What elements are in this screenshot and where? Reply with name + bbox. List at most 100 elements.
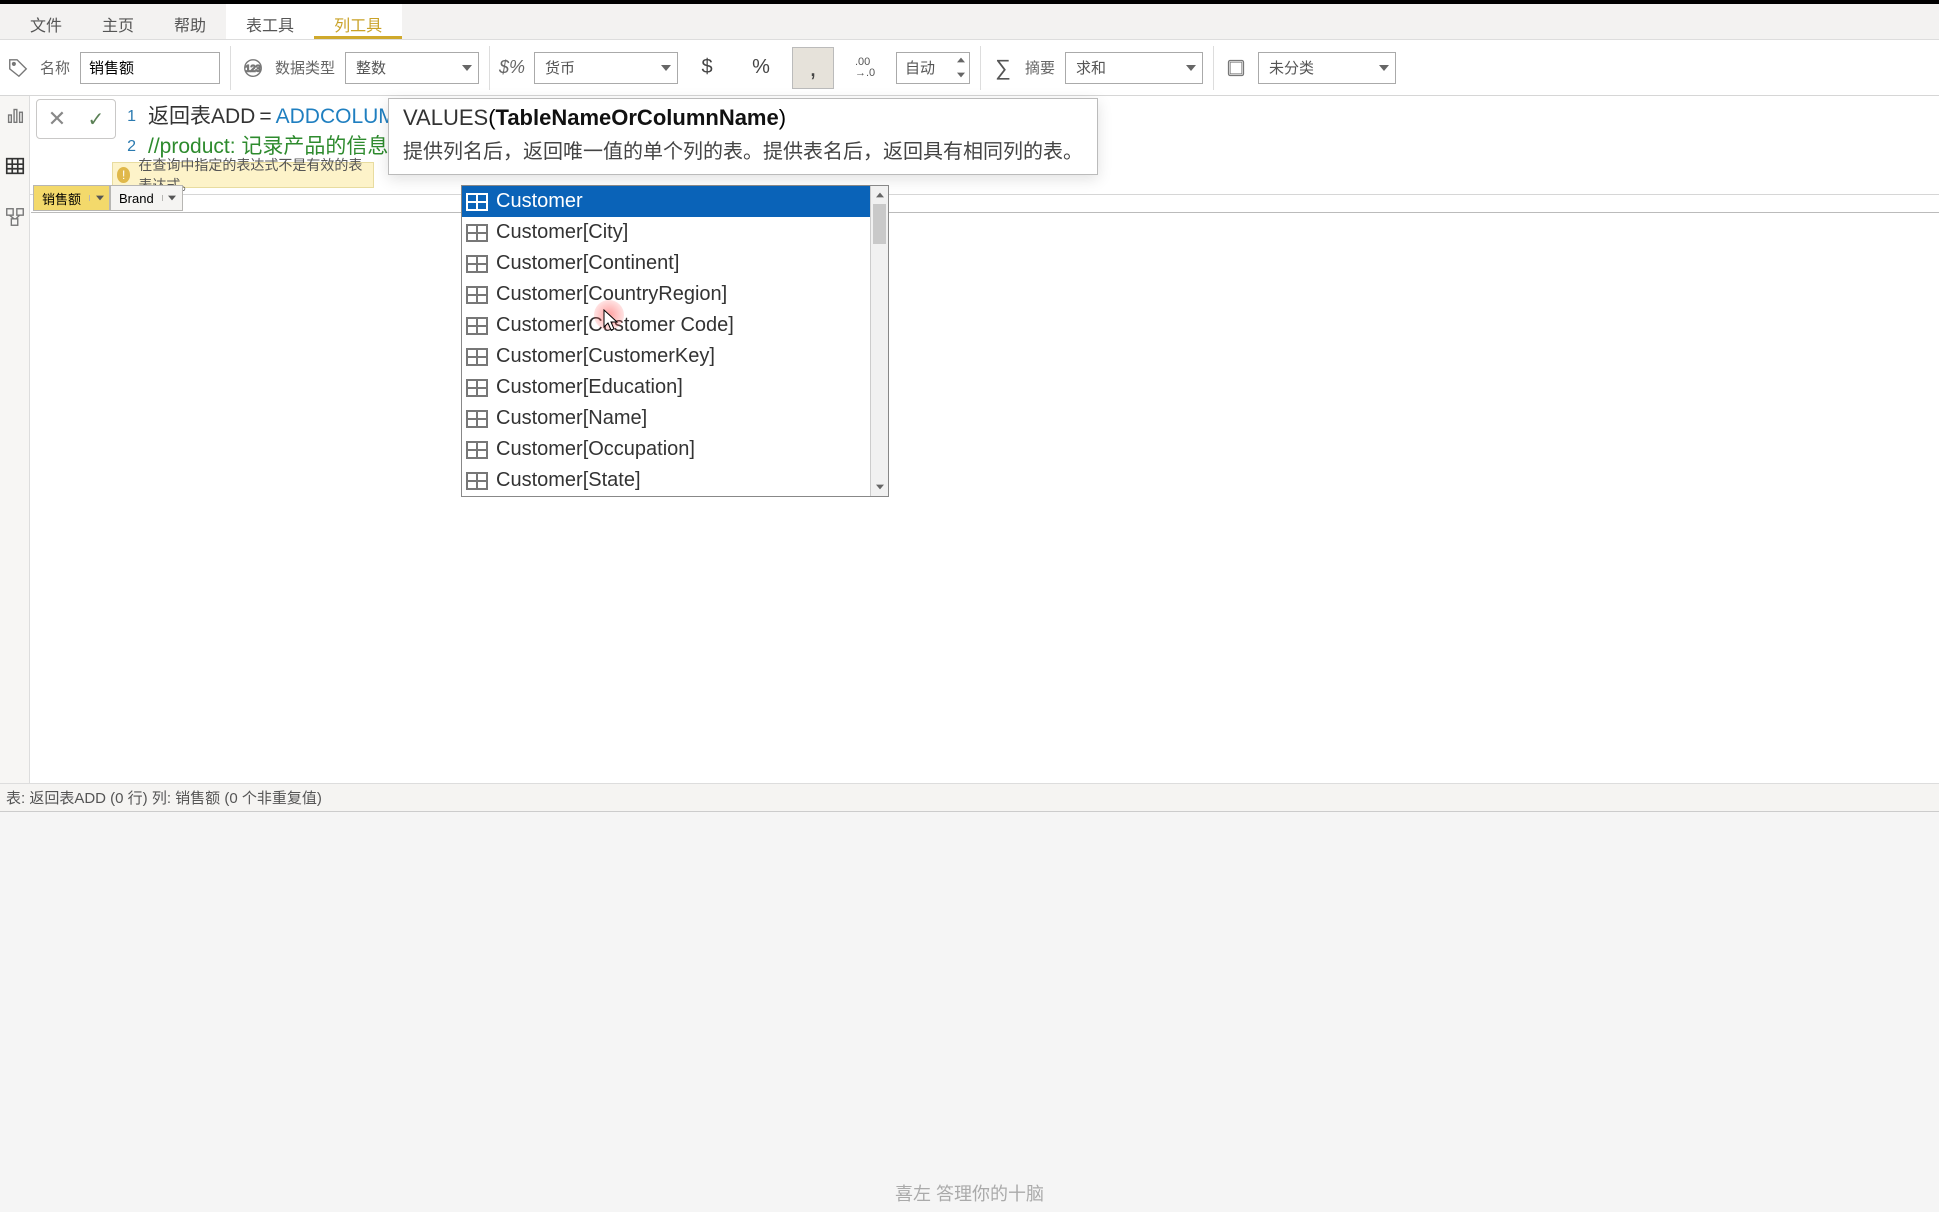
decimals-spinner[interactable]: 自动 xyxy=(896,52,970,84)
format-value: 货币 xyxy=(545,57,575,78)
column-header-sales[interactable]: 销售额 xyxy=(33,185,110,211)
name-input[interactable] xyxy=(80,52,220,84)
table-icon xyxy=(466,317,488,335)
commit-formula-button[interactable]: ✓ xyxy=(88,107,105,132)
tooltip-function: VALUES xyxy=(403,105,488,130)
tab-table-tools[interactable]: 表工具 xyxy=(226,4,314,39)
formula-text: 返回表ADD xyxy=(148,102,255,132)
name-label: 名称 xyxy=(40,57,70,78)
thousands-button[interactable]: , xyxy=(792,47,834,89)
autocomplete-item[interactable]: Customer[Occupation] xyxy=(462,434,888,465)
datatype-value: 整数 xyxy=(356,57,386,78)
autocomplete-item[interactable]: Customer[Continent] xyxy=(462,248,888,279)
autocomplete-label: Customer[CountryRegion] xyxy=(496,283,727,306)
tab-column-tools[interactable]: 列工具 xyxy=(314,4,402,39)
chevron-down-icon xyxy=(1186,65,1196,71)
table-icon xyxy=(466,348,488,366)
ribbon: 名称 123 数据类型 整数 $% 货币 $ xyxy=(0,40,1939,96)
autocomplete-item[interactable]: Customer[City] xyxy=(462,217,888,248)
data-view-icon[interactable] xyxy=(4,155,26,182)
column-label: 销售额 xyxy=(34,189,89,208)
tooltip-paren: ) xyxy=(779,105,786,130)
table-icon xyxy=(466,472,488,490)
percent-icon: % xyxy=(752,56,770,79)
autocomplete-item[interactable]: Customer xyxy=(462,186,888,217)
tooltip-paren: ( xyxy=(488,105,495,130)
chevron-down-icon xyxy=(462,65,472,71)
function-tooltip: VALUES(TableNameOrColumnName) 提供列名后，返回唯一… xyxy=(388,98,1098,175)
autocomplete-label: Customer[CustomerKey] xyxy=(496,345,715,368)
autocomplete-label: Customer[City] xyxy=(496,221,628,244)
table-icon xyxy=(466,410,488,428)
currency-button[interactable]: $ xyxy=(688,47,730,89)
tooltip-description: 提供列名后，返回唯一值的单个列的表。提供表名后，返回具有相同列的表。 xyxy=(403,135,1083,164)
table-icon xyxy=(466,441,488,459)
scroll-thumb[interactable] xyxy=(873,204,886,244)
autocomplete-label: Customer[Occupation] xyxy=(496,438,695,461)
autocomplete-item[interactable]: Customer[Customer Code] xyxy=(462,310,888,341)
menu-tabs: 文件 主页 帮助 表工具 列工具 xyxy=(0,4,1939,40)
model-view-icon[interactable] xyxy=(4,206,26,233)
column-label: Brand xyxy=(111,191,162,206)
sigma-icon: ∑ xyxy=(991,56,1015,80)
datatype-label: 数据类型 xyxy=(275,57,335,78)
percent-button[interactable]: % xyxy=(740,47,782,89)
column-header-brand[interactable]: Brand xyxy=(110,185,183,211)
line-number: 1 xyxy=(116,102,136,132)
autocomplete-label: Customer[Education] xyxy=(496,376,683,399)
decrease-decimals-button[interactable]: .00→.0 xyxy=(844,47,886,89)
format-icon: $% xyxy=(500,56,524,80)
report-view-icon[interactable] xyxy=(4,104,26,131)
chevron-down-icon xyxy=(1379,65,1389,71)
tab-file[interactable]: 文件 xyxy=(10,4,82,39)
autocomplete-popup: Customer Customer[City] Customer[Contine… xyxy=(461,185,889,497)
autocomplete-item[interactable]: Customer[Name] xyxy=(462,403,888,434)
autocomplete-label: Customer[Continent] xyxy=(496,252,679,275)
spinner-down[interactable] xyxy=(953,68,969,83)
column-filter-dropdown[interactable] xyxy=(162,195,182,201)
decimals-value: 自动 xyxy=(905,57,935,78)
autocomplete-item[interactable]: Customer[Education] xyxy=(462,372,888,403)
autocomplete-scrollbar[interactable] xyxy=(870,186,888,496)
data-grid[interactable] xyxy=(31,212,1939,777)
watermark-text: 喜左 答理你的十脑 xyxy=(895,1180,1044,1206)
tab-home[interactable]: 主页 xyxy=(82,4,154,39)
status-text: 表: 返回表ADD (0 行) 列: 销售额 (0 个非重复值) xyxy=(6,787,322,808)
scroll-down-button[interactable] xyxy=(871,478,888,496)
dollar-icon: $ xyxy=(701,56,712,79)
spinner-up[interactable] xyxy=(953,53,969,68)
comma-icon: , xyxy=(809,52,816,83)
decimals-icon: .00→.0 xyxy=(855,57,875,79)
tag-icon xyxy=(6,56,30,80)
tab-help[interactable]: 帮助 xyxy=(154,4,226,39)
autocomplete-label: Customer[Customer Code] xyxy=(496,314,734,337)
table-icon xyxy=(466,224,488,242)
category-select[interactable]: 未分类 xyxy=(1258,52,1396,84)
autocomplete-label: Customer xyxy=(496,190,583,213)
datatype-select[interactable]: 整数 xyxy=(345,52,479,84)
table-icon xyxy=(466,255,488,273)
cancel-formula-button[interactable]: ✕ xyxy=(48,106,66,132)
status-bar: 表: 返回表ADD (0 行) 列: 销售额 (0 个非重复值) xyxy=(0,783,1939,811)
datatype-icon: 123 xyxy=(241,56,265,80)
formula-actions: ✕ ✓ xyxy=(36,99,116,139)
format-select[interactable]: 货币 xyxy=(534,52,678,84)
scroll-up-button[interactable] xyxy=(871,186,888,204)
summary-label: 摘要 xyxy=(1025,57,1055,78)
tooltip-arg: TableNameOrColumnName xyxy=(496,105,779,130)
table-icon xyxy=(466,379,488,397)
table-icon xyxy=(466,286,488,304)
formula-text: = xyxy=(259,102,271,132)
table-icon xyxy=(466,193,488,211)
column-filter-dropdown[interactable] xyxy=(89,195,109,201)
svg-text:123: 123 xyxy=(245,63,260,73)
chevron-down-icon xyxy=(661,65,671,71)
autocomplete-item[interactable]: Customer[CountryRegion] xyxy=(462,279,888,310)
autocomplete-item[interactable]: Customer[CustomerKey] xyxy=(462,341,888,372)
autocomplete-label: Customer[State] xyxy=(496,469,641,492)
view-rail xyxy=(0,96,30,783)
category-icon xyxy=(1224,56,1248,80)
summary-select[interactable]: 求和 xyxy=(1065,52,1203,84)
autocomplete-label: Customer[Name] xyxy=(496,407,647,430)
autocomplete-item[interactable]: Customer[State] xyxy=(462,465,888,496)
